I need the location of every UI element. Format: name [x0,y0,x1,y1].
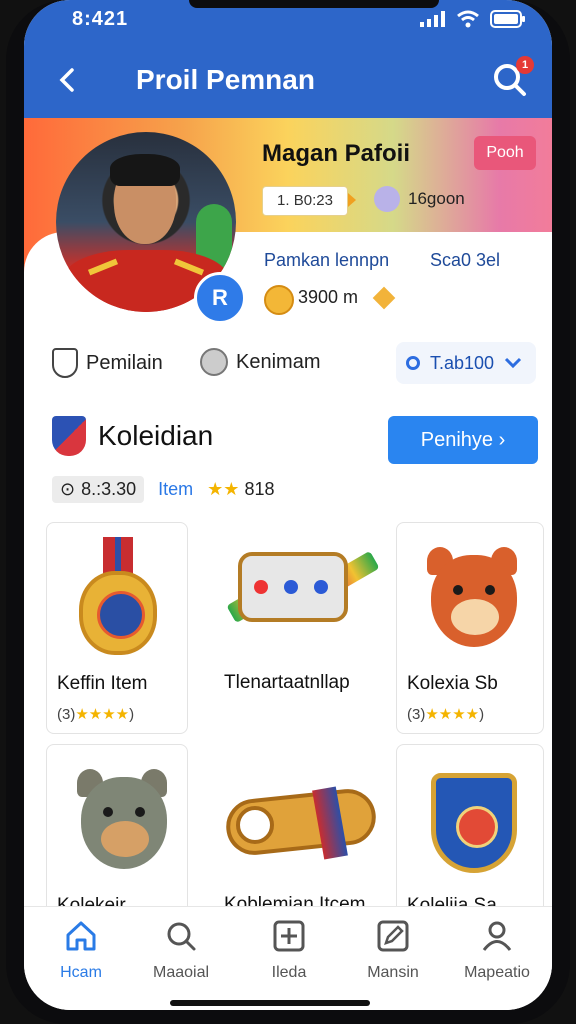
notch [189,0,439,8]
collection-meta: ⊙ 8.:3.30 Item ★★ 818 [52,476,275,503]
collection-title: Koleidian [98,420,214,451]
tab-add-label: Ileda [271,964,307,981]
user-icon [482,921,512,951]
home-indicator [170,1000,370,1006]
star-rating-icon: ★★★★ [75,706,130,723]
tab-search[interactable]: Maaoial [136,919,226,982]
item-name: Kolexia Sb [407,673,498,694]
chevron-right-icon: › [498,429,506,451]
info-link-right[interactable]: Sca0 3el [430,250,500,271]
item-rating: (3)★★★★) [57,706,135,723]
page-title: Proil Pemnan [136,64,315,95]
tab-edit[interactable]: Mansin [348,919,438,982]
home-icon [66,921,96,951]
bottom-tab-bar: Hcam Maaoial Ileda Mansin Mapeatio [24,906,552,1010]
tab-profile[interactable]: Mapeatio [452,919,542,982]
followers-icon [374,186,400,212]
medal-icon [67,537,169,655]
item-name: Keffin Item [57,673,148,694]
stat-team[interactable]: Kenimam [200,348,320,376]
clock-icon: ⊙ [60,479,76,499]
bracelet-icon [210,522,386,662]
player-name: Magan Pafoii [262,140,411,167]
radio-icon [406,356,420,370]
tab-add[interactable]: Ileda [244,919,334,982]
star-icon: ★★ [207,479,240,499]
add-icon [273,920,305,952]
item-name: Tlenartaatnllap [224,672,350,693]
tab-home[interactable]: Hcam [36,919,126,982]
item-count-box: ⊙ 8.:3.30 [52,476,145,503]
item-count: 8.:3.30 [81,479,137,499]
coin-balance: 3900 m [298,287,359,307]
info-link-left[interactable]: Pamkan lennpn [264,250,389,271]
star-rating-icon: ★★★★ [425,706,480,723]
filter-select[interactable]: T.ab100 [396,342,536,384]
app-header: 8:421 Proil Pemnan 1 [24,0,552,118]
back-arrow-icon[interactable] [54,66,82,94]
collection-action-label: Penihye [420,429,494,451]
shield-icon [52,348,78,378]
filter-select-value: T.ab100 [430,352,495,373]
stat-players[interactable]: Pemilain [52,348,163,378]
team-crest-icon [200,348,228,376]
search-chat-icon [167,922,196,951]
signal-icon [420,11,445,27]
collection-icon [52,416,86,456]
collection-header: Koleidian [52,416,213,456]
status-time: 8:421 [72,8,129,30]
collection-card[interactable]: Kolexia Sb (3)★★★★) [396,522,544,734]
date-badge: 1. B0:23 [262,186,348,216]
tab-home-label: Hcam [60,964,102,981]
shield-crest-icon [417,759,519,877]
wifi-icon [457,10,479,28]
item-rating-count: (3) [407,706,426,723]
stat-players-label: Pemilain [86,351,163,374]
avatar-edit-badge[interactable]: R [194,272,246,324]
collection-card[interactable]: Tlenartaatnllap [210,522,386,734]
wolf-mascot-icon [67,759,169,877]
followers-count: 16goon [408,189,465,208]
search-button[interactable]: 1 [490,56,534,100]
profile-action-button[interactable]: Pooh [474,136,536,170]
mascot-icon [417,537,519,655]
status-icons [420,10,526,28]
stat-team-label: Kenimam [236,350,321,373]
phone-frame: 8:421 Proil Pemnan 1 R Magan Pafoii Pooh… [6,0,570,1024]
battery-icon [490,10,525,28]
player-hair [110,154,180,186]
tab-search-label: Maaoial [152,964,210,981]
belt-icon [223,774,379,884]
item-rating: (3)★★★★) [407,706,485,723]
tab-profile-label: Mapeatio [464,964,530,981]
notification-badge: 1 [516,56,534,74]
collection-rating-value: 818 [244,479,275,499]
collection-action-button[interactable]: Penihye › [388,416,538,464]
collection-rating: ★★ 818 [207,479,274,500]
chevron-down-icon [505,357,522,369]
collection-card[interactable]: Keffin Item (3)★★★★) [46,522,188,734]
coin-icon [264,285,294,315]
screen: 8:421 Proil Pemnan 1 R Magan Pafoii Pooh… [24,0,552,1010]
edit-icon [377,920,409,952]
item-filter-link[interactable]: Item [158,479,193,500]
tab-edit-label: Mansin [367,964,419,981]
item-rating-count: (3) [57,706,76,723]
date-arrow-icon [348,193,356,207]
